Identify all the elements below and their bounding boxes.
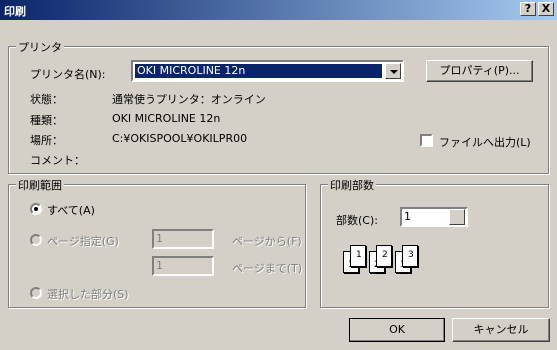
page-from-label: ページから(F) [232,235,302,248]
range-all-label[interactable]: すべて(A) [47,202,95,218]
copies-count-value: 1 [404,210,411,223]
print-to-file-label[interactable]: ファイルへ出力(L) [439,134,531,150]
properties-button[interactable]: プロパティ(P)... [426,60,533,82]
cancel-button[interactable]: キャンセル [452,318,550,342]
printer-name-value: OKI MICROLINE 12n [135,64,382,78]
location-value: C:¥OKISPOOL¥OKILPR00 [112,132,248,145]
range-pages-label[interactable]: ページ指定(G) [47,233,119,249]
print-range-group-label: 印刷範囲 [16,177,64,193]
collate-page: 3 [402,245,418,267]
page-to-label: ページまで(T) [232,262,303,275]
type-label: 種類： [30,114,63,127]
printer-group-label: プリンタ [16,39,64,55]
collate-page: 2 [376,245,392,267]
print-to-file-checkbox[interactable] [420,134,433,147]
range-selection-radio[interactable] [30,287,42,299]
type-value: OKI MICROLINE 12n [112,112,221,125]
help-button[interactable]: ? [520,2,536,16]
range-selection-label[interactable]: 選択した部分(S) [47,286,129,302]
window-title: 印刷 [4,5,26,18]
page-from-input[interactable]: 1 [152,229,214,249]
range-pages-radio[interactable] [30,234,42,246]
title-bar: 印刷 ? X [0,0,557,20]
location-label: 場所： [30,134,63,147]
page-to-input[interactable]: 1 [152,256,214,276]
printer-name-combo[interactable]: OKI MICROLINE 12n [131,60,404,82]
range-all-radio[interactable] [30,203,42,215]
status-label: 状態： [30,93,63,106]
copies-count-label: 部数(C): [336,214,378,227]
close-button[interactable]: X [538,2,554,16]
copies-spinner[interactable] [449,209,465,225]
ok-button[interactable]: OK [349,318,445,342]
status-value: 通常使うプリンタ：オンライン [112,93,266,106]
comment-label: コメント： [30,154,85,167]
copies-group-label: 印刷部数 [328,177,376,193]
printer-name-label: プリンタ名(N): [30,68,106,81]
chevron-down-icon[interactable] [385,63,401,79]
collate-page: 1 [350,245,366,267]
